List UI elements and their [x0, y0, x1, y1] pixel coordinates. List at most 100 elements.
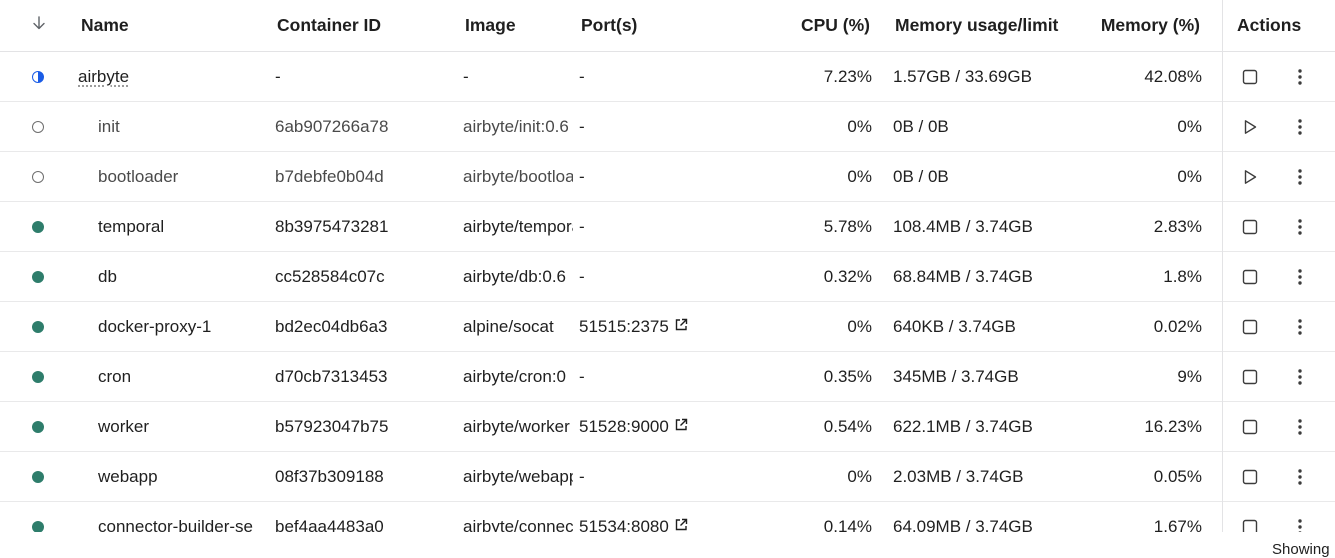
stop-square-icon[interactable]	[1241, 218, 1259, 236]
image-cell[interactable]: airbyte/bootloader	[463, 152, 573, 201]
more-actions-button[interactable]	[1288, 302, 1312, 351]
stop-square-icon[interactable]	[1241, 68, 1259, 86]
more-vertical-icon[interactable]	[1297, 68, 1303, 86]
container-name[interactable]: airbyte	[78, 67, 129, 87]
image-cell[interactable]: airbyte/webapp	[463, 452, 573, 501]
container-name-cell[interactable]: init	[98, 102, 266, 151]
more-actions-button[interactable]	[1288, 202, 1312, 251]
stop-square-icon[interactable]	[1241, 368, 1259, 386]
container-name-cell[interactable]: webapp	[98, 452, 266, 501]
memory-usage-column-header[interactable]: Memory usage/limit	[895, 0, 1095, 51]
more-actions-button[interactable]	[1288, 352, 1312, 401]
start-button[interactable]	[1238, 102, 1262, 151]
more-vertical-icon[interactable]	[1297, 518, 1303, 532]
name-column-header[interactable]: Name	[81, 0, 269, 51]
port-link-text[interactable]: 51534:8080	[579, 517, 669, 533]
port-link[interactable]: 51534:8080	[579, 517, 688, 533]
stop-square-icon[interactable]	[1241, 468, 1259, 486]
external-link-icon[interactable]	[674, 317, 688, 337]
port-link[interactable]: 51515:2375	[579, 317, 688, 337]
container-name-cell[interactable]: temporal	[98, 202, 266, 251]
container-name[interactable]: cron	[98, 367, 131, 387]
more-vertical-icon[interactable]	[1297, 318, 1303, 336]
container-name[interactable]: db	[98, 267, 117, 287]
cpu-cell: 0.14%	[823, 516, 872, 533]
container-name-cell[interactable]: connector-builder-se	[98, 502, 266, 533]
image-cell[interactable]: airbyte/db:0.6	[463, 252, 573, 301]
container-name-cell[interactable]: docker-proxy-1	[98, 302, 266, 351]
image-cell[interactable]: airbyte/temporal	[463, 202, 573, 251]
more-vertical-icon[interactable]	[1297, 418, 1303, 436]
more-vertical-icon[interactable]	[1297, 118, 1303, 136]
stop-button[interactable]	[1238, 402, 1262, 451]
more-vertical-icon[interactable]	[1297, 468, 1303, 486]
table-row-group[interactable]: airbyte - - - 7.23% 1.57GB / 33.69GB 42.…	[0, 52, 1335, 102]
container-id-cell: 8b3975473281	[275, 216, 389, 236]
table-row[interactable]: bootloader b7debfe0b04d airbyte/bootload…	[0, 152, 1335, 202]
container-name[interactable]: temporal	[98, 217, 164, 237]
more-vertical-icon[interactable]	[1297, 168, 1303, 186]
table-row[interactable]: temporal 8b3975473281 airbyte/temporal -…	[0, 202, 1335, 252]
container-name[interactable]: bootloader	[98, 167, 178, 187]
more-actions-button[interactable]	[1288, 452, 1312, 501]
container-name-cell[interactable]: bootloader	[98, 152, 266, 201]
stop-button[interactable]	[1238, 202, 1262, 251]
stop-button[interactable]	[1238, 352, 1262, 401]
container-name[interactable]: webapp	[98, 467, 158, 487]
table-row[interactable]: connector-builder-se bef4aa4483a0 airbyt…	[0, 502, 1335, 532]
arrow-down-icon[interactable]	[31, 15, 47, 36]
stop-button[interactable]	[1238, 52, 1262, 101]
image-cell[interactable]: alpine/socat	[463, 302, 573, 351]
table-row[interactable]: cron d70cb7313453 airbyte/cron:0 - 0.35%…	[0, 352, 1335, 402]
image-cell[interactable]: airbyte/init:0.6	[463, 102, 573, 151]
container-name[interactable]: connector-builder-se	[98, 517, 253, 533]
external-link-icon[interactable]	[674, 517, 688, 533]
more-actions-button[interactable]	[1288, 402, 1312, 451]
container-id-column-header[interactable]: Container ID	[277, 0, 455, 51]
image-cell[interactable]: airbyte/connector	[463, 502, 573, 533]
stop-square-icon[interactable]	[1241, 418, 1259, 436]
table-row[interactable]: db cc528584c07c airbyte/db:0.6 - 0.32% 6…	[0, 252, 1335, 302]
more-vertical-icon[interactable]	[1297, 218, 1303, 236]
cpu-column-header[interactable]: CPU (%)	[778, 0, 870, 51]
stop-button[interactable]	[1238, 302, 1262, 351]
container-name-cell[interactable]: cron	[98, 352, 266, 401]
play-icon[interactable]	[1241, 118, 1259, 136]
play-icon[interactable]	[1241, 168, 1259, 186]
port-link-text[interactable]: 51528:9000	[579, 417, 669, 437]
more-actions-button[interactable]	[1288, 102, 1312, 151]
image-cell[interactable]: -	[463, 52, 573, 101]
image-cell[interactable]: airbyte/worker	[463, 402, 573, 451]
container-name-cell[interactable]: airbyte	[78, 52, 266, 101]
image-cell[interactable]: airbyte/cron:0	[463, 352, 573, 401]
stop-button[interactable]	[1238, 452, 1262, 501]
stop-square-icon[interactable]	[1241, 518, 1259, 532]
memory-percent-column-header[interactable]: Memory (%)	[1098, 0, 1200, 51]
more-actions-button[interactable]	[1288, 152, 1312, 201]
stop-button[interactable]	[1238, 252, 1262, 301]
ports-column-header[interactable]: Port(s)	[581, 0, 781, 51]
more-actions-button[interactable]	[1288, 52, 1312, 101]
table-row[interactable]: init 6ab907266a78 airbyte/init:0.6 - 0% …	[0, 102, 1335, 152]
port-link-text[interactable]: 51515:2375	[579, 317, 669, 337]
container-name-cell[interactable]: worker	[98, 402, 266, 451]
more-vertical-icon[interactable]	[1297, 368, 1303, 386]
port-link[interactable]: 51528:9000	[579, 417, 688, 437]
image-column-header[interactable]: Image	[465, 0, 575, 51]
container-name[interactable]: worker	[98, 417, 149, 437]
table-row[interactable]: worker b57923047b75 airbyte/worker 51528…	[0, 402, 1335, 452]
container-name[interactable]: init	[98, 117, 120, 137]
external-link-icon[interactable]	[674, 417, 688, 437]
more-actions-button[interactable]	[1288, 252, 1312, 301]
stop-button[interactable]	[1238, 502, 1262, 532]
table-row[interactable]: docker-proxy-1 bd2ec04db6a3 alpine/socat…	[0, 302, 1335, 352]
stop-square-icon[interactable]	[1241, 268, 1259, 286]
container-name[interactable]: docker-proxy-1	[98, 317, 211, 337]
more-vertical-icon[interactable]	[1297, 268, 1303, 286]
stop-square-icon[interactable]	[1241, 318, 1259, 336]
start-button[interactable]	[1238, 152, 1262, 201]
table-row[interactable]: webapp 08f37b309188 airbyte/webapp - 0% …	[0, 452, 1335, 502]
sort-column-header[interactable]	[28, 0, 50, 51]
container-name-cell[interactable]: db	[98, 252, 266, 301]
more-actions-button[interactable]	[1288, 502, 1312, 532]
